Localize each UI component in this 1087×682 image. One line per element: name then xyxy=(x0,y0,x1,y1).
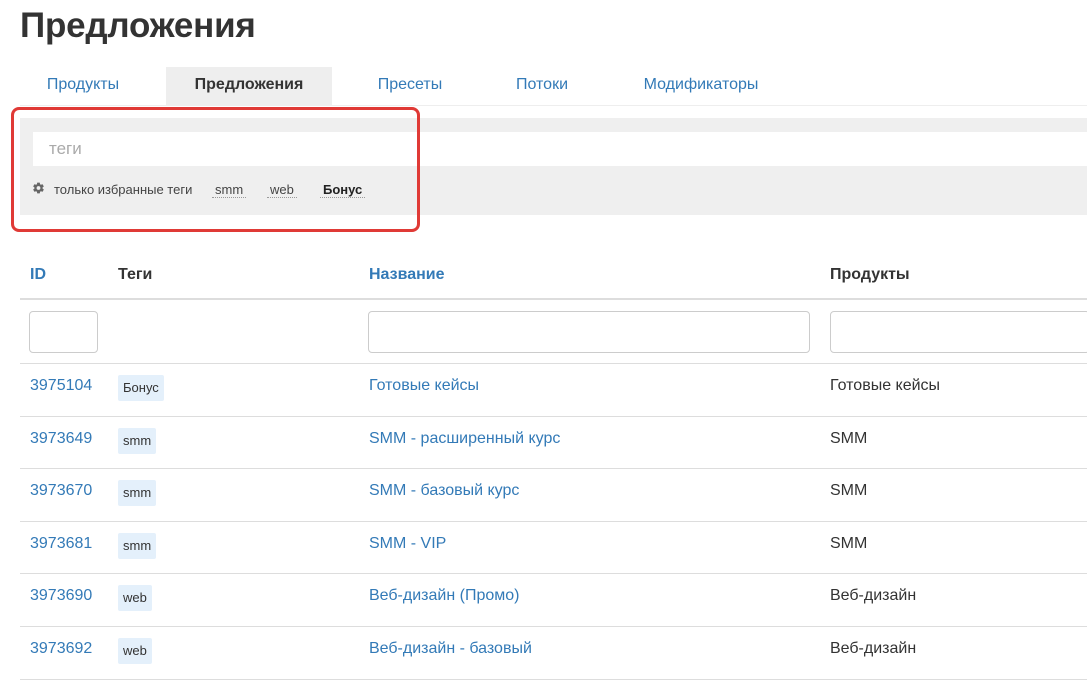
table-body: 3975104 Бонус Готовые кейсы Готовые кейс… xyxy=(20,364,1087,680)
column-header-products: Продукты xyxy=(830,266,910,283)
products-filter-input[interactable] xyxy=(830,311,1087,353)
offer-id-link[interactable]: 3975104 xyxy=(30,377,92,395)
table-filter-row xyxy=(20,300,1087,364)
favorite-tag-smm[interactable]: smm xyxy=(212,182,247,198)
table-row: 3973692 web Веб-дизайн - базовый Веб-диз… xyxy=(20,627,1087,680)
offer-products: SMM xyxy=(830,429,868,447)
table-row: 3973649 smm SMM - расширенный курс SMM xyxy=(20,417,1087,470)
gear-icon[interactable] xyxy=(32,181,45,195)
table-row: 3973670 smm SMM - базовый курс SMM xyxy=(20,469,1087,522)
column-header-tags: Теги xyxy=(118,266,153,283)
offer-id-link[interactable]: 3973690 xyxy=(30,587,92,605)
favorite-tag-bonus[interactable]: Бонус xyxy=(320,182,366,198)
table-row: 3973690 web Веб-дизайн (Промо) Веб-дизай… xyxy=(20,574,1087,627)
id-filter-input[interactable] xyxy=(29,311,98,353)
offer-products: Веб-дизайн xyxy=(830,587,917,605)
page-title: Предложения xyxy=(20,6,256,45)
offer-name-link[interactable]: SMM - базовый курс xyxy=(369,482,519,500)
name-filter-input[interactable] xyxy=(368,311,810,353)
tab-modifiers[interactable]: Модификаторы xyxy=(616,67,786,106)
offer-products: Готовые кейсы xyxy=(830,377,941,394)
offer-name-link[interactable]: SMM - расширенный курс xyxy=(369,430,560,448)
offer-products: Веб-дизайн xyxy=(830,639,917,657)
column-header-id[interactable]: ID xyxy=(30,266,46,284)
tag-badge: smm xyxy=(118,532,157,559)
tab-flows[interactable]: Потоки xyxy=(488,67,596,106)
tag-badge: Бонус xyxy=(118,375,164,401)
offer-id-link[interactable]: 3973681 xyxy=(30,535,92,553)
offer-id-link[interactable]: 3973670 xyxy=(30,482,92,500)
offer-id-link[interactable]: 3973649 xyxy=(30,430,92,448)
favorite-tag-web[interactable]: web xyxy=(267,182,297,198)
offer-id-link[interactable]: 3973692 xyxy=(30,640,92,658)
offer-products: SMM xyxy=(830,482,868,500)
column-header-name[interactable]: Название xyxy=(369,266,445,284)
table-header: ID Теги Название Продукты xyxy=(20,258,1087,300)
tag-badge: web xyxy=(118,585,152,612)
tab-bar: Продукты Предложения Пресеты Потоки Моди… xyxy=(20,67,1087,106)
tab-offers[interactable]: Предложения xyxy=(166,67,332,106)
offer-products: SMM xyxy=(830,534,868,552)
offer-name-link[interactable]: Готовые кейсы xyxy=(369,377,479,395)
table-row: 3975104 Бонус Готовые кейсы Готовые кейс… xyxy=(20,364,1087,417)
tag-badge: smm xyxy=(118,480,157,507)
offer-name-link[interactable]: Веб-дизайн - базовый xyxy=(369,640,532,658)
tags-filter-panel: только избранные теги smm web Бонус xyxy=(20,118,1087,215)
tab-products[interactable]: Продукты xyxy=(20,67,146,106)
offer-name-link[interactable]: SMM - VIP xyxy=(369,535,446,553)
tag-badge: web xyxy=(118,637,152,664)
tab-presets[interactable]: Пресеты xyxy=(352,67,468,106)
tag-badge: smm xyxy=(118,427,157,454)
only-favorite-tags-label[interactable]: только избранные теги xyxy=(54,182,192,197)
offer-name-link[interactable]: Веб-дизайн (Промо) xyxy=(369,587,519,605)
tags-input[interactable] xyxy=(33,132,1087,166)
table-row: 3973681 smm SMM - VIP SMM xyxy=(20,522,1087,575)
